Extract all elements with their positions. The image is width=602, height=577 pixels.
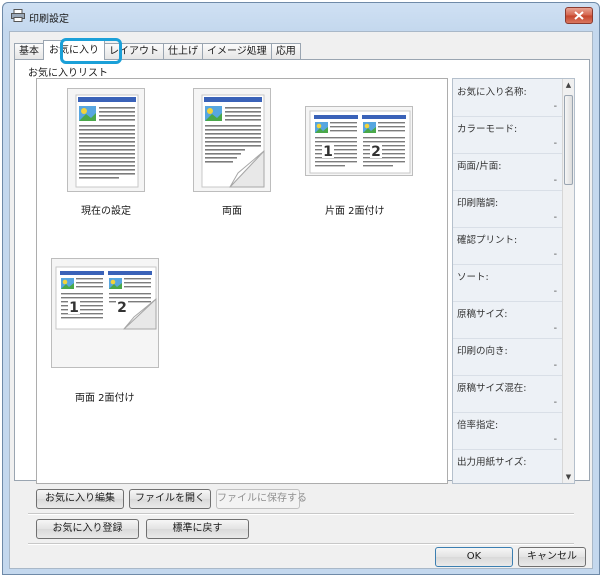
favorite-label-simplex-2up: 片面 2面付け <box>325 206 385 217</box>
tab-basic[interactable]: 基本 <box>14 43 44 60</box>
page-number-1: 1 <box>69 300 79 316</box>
property-row: 倍率指定: - <box>453 412 565 450</box>
property-label: ソート: <box>457 272 489 283</box>
thumbnail-duplex <box>193 88 271 192</box>
scroll-up-arrow-icon[interactable]: ▲ <box>563 79 574 91</box>
two-up-document-icon: 1 2 <box>309 110 411 174</box>
property-label: お気に入り名称: <box>457 87 527 98</box>
property-label: 倍率指定: <box>457 420 499 431</box>
close-button[interactable] <box>565 7 593 24</box>
restore-default-button[interactable]: 標準に戻す <box>146 519 249 539</box>
favorite-item-duplex-2up[interactable]: 1 2 両面 2面付け <box>37 249 187 404</box>
property-label: 原稿サイズ: <box>457 309 508 320</box>
favorite-label-duplex-2up: 両面 2面付け <box>75 393 135 404</box>
property-row: 出力用紙サイズ: <box>453 449 565 483</box>
close-icon <box>574 11 584 20</box>
property-label: 印刷階調: <box>457 198 499 209</box>
save-to-file-button[interactable]: ファイルに保存する <box>216 489 307 509</box>
property-value: - <box>553 397 557 408</box>
property-value: - <box>553 212 557 223</box>
property-row: 印刷の向き: - <box>453 338 565 376</box>
thumbnail-single-page <box>67 88 145 192</box>
tab-highlight-frame <box>60 38 122 64</box>
page-number-2: 2 <box>371 144 381 160</box>
property-label: 出力用紙サイズ: <box>457 457 527 468</box>
duplex-document-icon <box>201 94 265 188</box>
property-row: カラーモード: - <box>453 116 565 154</box>
page-number-1: 1 <box>323 144 333 160</box>
tab-advanced[interactable]: 応用 <box>270 43 301 60</box>
favorites-list-label: お気に入りリスト <box>28 68 108 79</box>
property-value: - <box>553 138 557 149</box>
property-label: カラーモード: <box>457 124 518 135</box>
cancel-button[interactable]: キャンセル <box>518 547 586 567</box>
separator <box>28 513 574 515</box>
separator <box>28 543 574 545</box>
thumbnail-2up: 1 2 <box>305 106 413 176</box>
property-value: - <box>553 249 557 260</box>
property-value: - <box>553 323 557 334</box>
favorite-properties-panel[interactable]: お気に入り名称: - カラーモード: - 両面/片面: - 印刷階調: - 確認… <box>452 78 575 484</box>
duplex-two-up-document-icon: 1 2 <box>55 266 157 330</box>
window-title: 印刷設定 <box>29 14 69 25</box>
tab-bar: 基本 お気に入り レイアウト 仕上げ イメージ処理 応用 <box>14 40 301 60</box>
property-row: 印刷階調: - <box>453 190 565 228</box>
property-value: - <box>553 286 557 297</box>
property-label: 原稿サイズ混在: <box>457 383 527 394</box>
property-row: 確認プリント: - <box>453 227 565 265</box>
property-value: - <box>553 360 557 371</box>
page-number-2: 2 <box>117 300 127 316</box>
favorite-label-duplex: 両面 <box>222 206 242 217</box>
document-icon <box>75 94 139 188</box>
printer-icon <box>11 9 25 22</box>
title-bar[interactable]: 印刷設定 <box>3 3 599 29</box>
scroll-thumb[interactable] <box>564 95 573 185</box>
open-file-button[interactable]: ファイルを開く <box>129 489 211 509</box>
property-row: 原稿サイズ: - <box>453 301 565 339</box>
favorite-item-duplex[interactable]: 両面 <box>177 79 297 239</box>
property-label: 両面/片面: <box>457 161 502 172</box>
property-row: お気に入り名称: - <box>453 79 565 117</box>
thumbnail-duplex-2up: 1 2 <box>51 258 159 368</box>
property-value: - <box>553 175 557 186</box>
property-row: ソート: - <box>453 264 565 302</box>
favorites-list[interactable]: 現在の設定 両面 1 2 片面 2面付け 1 2 両面 2面付け <box>36 78 448 484</box>
favorite-item-current[interactable]: 現在の設定 <box>37 79 167 239</box>
property-row: 原稿サイズ混在: - <box>453 375 565 413</box>
edit-favorites-button[interactable]: お気に入り編集 <box>36 489 124 509</box>
property-label: 確認プリント: <box>457 235 518 246</box>
tab-image-processing[interactable]: イメージ処理 <box>202 43 272 60</box>
scroll-down-arrow-icon[interactable]: ▼ <box>563 471 574 483</box>
register-favorite-button[interactable]: お気に入り登録 <box>36 519 139 539</box>
favorite-label-current: 現在の設定 <box>81 206 131 217</box>
property-value: - <box>553 434 557 445</box>
property-value: - <box>553 101 557 112</box>
ok-button[interactable]: OK <box>435 547 513 567</box>
tab-finishing[interactable]: 仕上げ <box>163 43 203 60</box>
property-row: 両面/片面: - <box>453 153 565 191</box>
dialog-client: 基本 お気に入り レイアウト 仕上げ イメージ処理 応用 お気に入りリスト 現在… <box>9 31 593 569</box>
property-label: 印刷の向き: <box>457 346 508 357</box>
properties-scrollbar[interactable]: ▲ ▼ <box>562 79 574 483</box>
favorite-item-simplex-2up[interactable]: 1 2 片面 2面付け <box>299 79 439 239</box>
print-settings-window: 印刷設定 基本 お気に入り レイアウト 仕上げ イメージ処理 応用 お気に入りリ… <box>2 2 600 575</box>
